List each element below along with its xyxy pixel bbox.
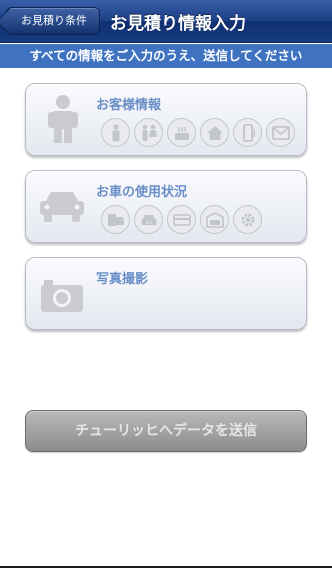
couple-icon xyxy=(134,118,163,147)
car-icon xyxy=(40,192,84,222)
odometer-icon: km xyxy=(134,205,163,234)
car-document-icon xyxy=(101,205,130,234)
back-button[interactable]: お見積り条件 xyxy=(6,7,100,35)
instruction-banner: すべての情報をご入力のうえ、送信してください xyxy=(0,44,332,68)
customer-info-icons xyxy=(101,118,295,147)
send-data-button[interactable]: チューリッヒへデータを送信 xyxy=(25,410,307,452)
card-icon xyxy=(167,205,196,234)
house-icon xyxy=(200,118,229,147)
car-usage-card[interactable]: お車の使用状況 km xyxy=(25,170,307,243)
phone-icon xyxy=(233,118,262,147)
photo-title: 写真撮影 xyxy=(96,272,149,287)
gear-icon xyxy=(233,205,262,234)
person-icon xyxy=(48,95,78,143)
car-usage-icons: km xyxy=(101,205,262,234)
customer-info-card[interactable]: お客様情報 xyxy=(25,83,307,156)
garage-icon xyxy=(200,205,229,234)
car-usage-title: お車の使用状況 xyxy=(96,185,188,200)
mail-icon xyxy=(266,118,295,147)
page-title: お見積り情報入力 xyxy=(110,14,246,34)
camera-icon xyxy=(41,280,83,312)
photo-card[interactable]: 写真撮影 xyxy=(25,257,307,330)
customer-info-title: お客様情報 xyxy=(96,98,162,113)
back-button-label: お見積り条件 xyxy=(21,14,87,27)
cake-icon xyxy=(167,118,196,147)
svg-text:km: km xyxy=(145,220,151,225)
navigation-bar: お見積り条件 お見積り情報入力 xyxy=(0,0,332,43)
person-icon xyxy=(101,118,130,147)
